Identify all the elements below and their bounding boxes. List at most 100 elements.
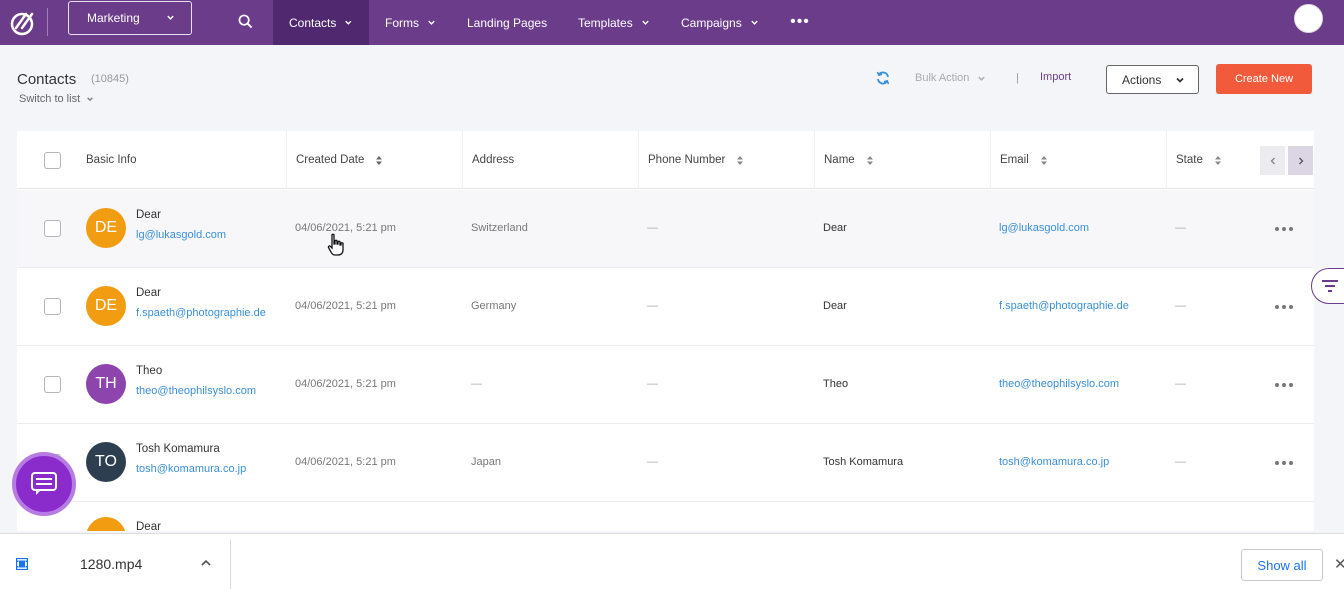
browser-download-bar: 1280.mp4 Show all ✕ [0, 533, 1344, 589]
nav-templates-label: Templates [578, 15, 633, 30]
more-nav-button[interactable]: ••• [788, 12, 812, 32]
column-address: Address [463, 131, 639, 189]
state-cell: — [1175, 300, 1186, 312]
sort-icon [1040, 155, 1047, 165]
workspace-select[interactable]: Marketing [68, 1, 192, 35]
row-checkbox[interactable] [44, 220, 61, 237]
contact-email-link[interactable]: theo@theophilsyslo.com [136, 385, 256, 397]
download-filename[interactable]: 1280.mp4 [80, 556, 142, 572]
column-basic-info: Basic Info [77, 131, 287, 189]
row-menu-button[interactable] [1275, 226, 1293, 232]
column-state[interactable]: State [1167, 131, 1257, 189]
email-cell[interactable]: tosh@komamura.co.jp [999, 456, 1109, 468]
page-title: Contacts [17, 71, 77, 88]
create-new-button[interactable]: Create New [1216, 64, 1312, 94]
hand-cursor-icon [327, 233, 344, 256]
contact-name: Theo [136, 365, 163, 377]
chevron-down-icon [87, 97, 93, 102]
show-all-downloads-button[interactable]: Show all [1241, 549, 1323, 581]
contact-email-link[interactable]: tosh@komamura.co.jp [136, 463, 246, 475]
row-checkbox[interactable] [44, 376, 61, 393]
email-cell[interactable]: f.spaeth@photographie.de [999, 300, 1129, 312]
chevron-up-icon[interactable] [200, 559, 212, 567]
switch-to-list-button[interactable]: Switch to list [19, 93, 94, 105]
table-row[interactable]: TO Tosh Komamura tosh@komamura.co.jp 04/… [17, 424, 1314, 502]
contact-name: Tosh Komamura [136, 443, 220, 455]
table-row[interactable]: DE Dear lg@lukasgold.com 04/06/2021, 5:2… [17, 190, 1314, 268]
column-basic-info-label: Basic Info [86, 154, 137, 166]
top-navigation-bar: Marketing Contacts Forms Landing Pages T… [0, 0, 1344, 45]
avatar: DE [86, 286, 126, 326]
column-created-date-label: Created Date [296, 154, 365, 166]
contact-email-link[interactable]: lg@lukasgold.com [136, 229, 226, 241]
avatar [86, 517, 126, 531]
switch-to-list-label: Switch to list [19, 93, 81, 105]
import-link[interactable]: Import [1040, 71, 1071, 83]
filter-panel-toggle[interactable] [1311, 268, 1344, 304]
header-select-all-cell [17, 131, 77, 189]
row-menu-button[interactable] [1275, 460, 1293, 466]
video-file-icon [16, 558, 28, 570]
close-download-bar-button[interactable]: ✕ [1334, 555, 1344, 573]
address: — [471, 378, 482, 390]
nav-contacts[interactable]: Contacts [273, 0, 369, 45]
chevron-down-icon [1176, 77, 1184, 83]
select-all-checkbox[interactable] [44, 151, 61, 169]
nav-templates[interactable]: Templates [562, 0, 666, 45]
refresh-button[interactable] [875, 70, 891, 91]
nav-campaigns[interactable]: Campaigns [665, 0, 775, 45]
row-menu-button[interactable] [1275, 304, 1293, 310]
bulk-action-dropdown[interactable]: Bulk Action [915, 72, 986, 84]
table-row[interactable]: TH Theo theo@theophilsyslo.com 04/06/202… [17, 346, 1314, 424]
contacts-table: Basic Info Created Date Address Phone Nu… [17, 131, 1314, 531]
column-email[interactable]: Email [991, 131, 1167, 189]
phone-number: — [647, 222, 658, 234]
name-cell: Dear [823, 300, 847, 312]
row-menu-button[interactable] [1275, 382, 1293, 388]
contact-email-link[interactable]: f.spaeth@photographie.de [136, 307, 266, 319]
refresh-icon [876, 71, 890, 85]
scroll-columns-left-button[interactable] [1260, 146, 1285, 175]
column-name-label: Name [824, 154, 855, 166]
column-name[interactable]: Name [815, 131, 991, 189]
search-button[interactable] [234, 10, 256, 32]
column-state-label: State [1176, 154, 1203, 166]
nav-forms[interactable]: Forms [369, 0, 452, 45]
row-checkbox[interactable] [44, 298, 61, 315]
nav-landing-pages[interactable]: Landing Pages [451, 0, 563, 45]
app-logo[interactable] [0, 0, 48, 45]
download-divider [230, 540, 231, 589]
avatar: TO [86, 442, 126, 482]
column-created-date[interactable]: Created Date [287, 131, 463, 189]
state-cell: — [1175, 378, 1186, 390]
email-cell[interactable]: theo@theophilsyslo.com [999, 378, 1119, 390]
logo-icon [10, 12, 34, 35]
user-avatar[interactable] [1294, 4, 1323, 33]
chevron-down-icon [167, 15, 174, 20]
column-email-label: Email [1000, 154, 1029, 166]
chat-icon [31, 472, 57, 495]
name-cell: Tosh Komamura [823, 456, 904, 468]
filter-icon [1322, 280, 1338, 292]
name-cell: Dear [823, 222, 847, 234]
table-row[interactable]: DE Dear f.spaeth@photographie.de 04/06/2… [17, 268, 1314, 346]
sort-icon [737, 155, 744, 165]
nav-landing-pages-label: Landing Pages [467, 15, 548, 30]
email-cell[interactable]: lg@lukasgold.com [999, 222, 1089, 234]
address: Japan [471, 456, 501, 468]
state-cell: — [1175, 456, 1186, 468]
avatar: TH [86, 364, 126, 404]
phone-number: — [647, 300, 658, 312]
phone-number: — [647, 378, 658, 390]
bulk-action-label: Bulk Action [915, 72, 970, 84]
scroll-columns-right-button[interactable] [1288, 146, 1313, 175]
address: Germany [471, 300, 517, 312]
nav-campaigns-label: Campaigns [681, 15, 742, 30]
column-phone-number[interactable]: Phone Number [639, 131, 815, 189]
actions-button[interactable]: Actions [1106, 65, 1199, 94]
table-row[interactable]: Dear [17, 502, 1314, 531]
nav-forms-label: Forms [385, 15, 419, 30]
created-date: 04/06/2021, 5:21 pm [295, 456, 396, 468]
chat-widget-button[interactable] [12, 452, 76, 516]
contact-name: Dear [136, 287, 161, 299]
